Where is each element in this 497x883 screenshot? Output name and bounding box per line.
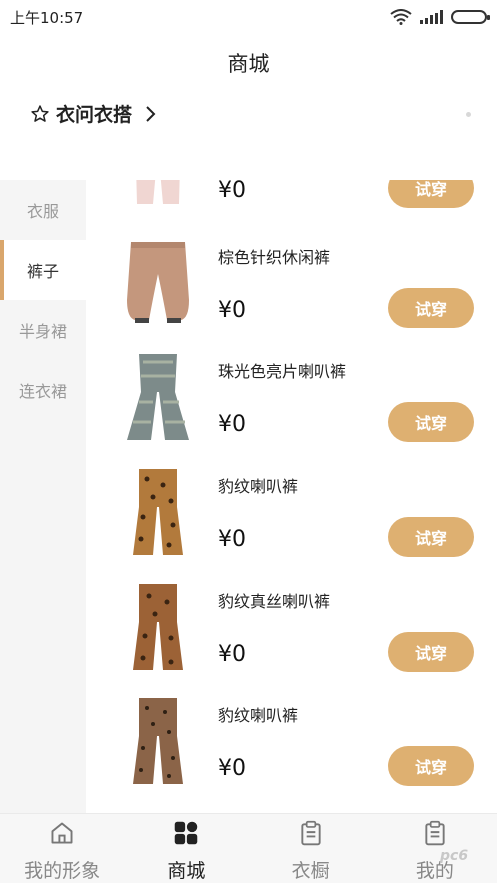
status-icons [390,9,490,25]
product-name: 豹纹真丝喇叭裤 [218,592,331,611]
indicator-dot [466,112,471,117]
home-icon [51,822,73,844]
product-price: ¥0 [218,527,246,552]
status-bar: 上午10:57 [0,0,497,34]
tab-my-image[interactable]: 我的形象 [0,814,124,883]
battery-icon [451,10,490,24]
sidebar-item-skirts[interactable]: 半身裙 [0,300,86,360]
clipboard-icon [425,820,445,846]
signal-icon [420,10,443,24]
chevron-right-icon [146,105,156,122]
product-item[interactable]: 珠光色亮片喇叭裤 ¥0 试穿 [86,352,497,467]
product-image [98,238,218,328]
page-title: 商城 [227,52,270,76]
product-image [98,582,218,672]
product-name: 豹纹喇叭裤 [218,477,299,496]
product-list[interactable]: ¥0 试穿 棕色针织休闲裤 ¥0 试穿 珠光色亮片喇叭裤 ¥0 试穿 豹纹喇叭裤… [86,180,497,813]
watermark: pc6 [440,848,469,864]
product-price: ¥0 [218,756,246,781]
try-on-button[interactable]: 试穿 [388,288,474,328]
clipboard-icon [301,820,321,846]
product-item[interactable]: 豹纹真丝喇叭裤 ¥0 试穿 [86,582,497,697]
sidebar-item-clothes[interactable]: 衣服 [0,180,86,240]
product-price: ¥0 [218,412,246,437]
try-on-button[interactable]: 试穿 [388,402,474,442]
wifi-icon [390,9,412,25]
product-item[interactable]: 豹纹喇叭裤 ¥0 试穿 [86,696,497,811]
tab-label: 我的形象 [24,860,101,882]
tab-label: 衣橱 [291,860,330,882]
category-sidebar: 衣服 裤子 半身裙 连衣裙 [0,180,86,813]
product-name: 豹纹喇叭裤 [218,706,299,725]
product-name: 珠光色亮片喇叭裤 [218,362,347,381]
product-item[interactable]: 棕色针织休闲裤 ¥0 试穿 [86,238,497,353]
product-item[interactable]: ¥0 试穿 [86,180,497,233]
product-image [98,352,218,442]
try-on-button[interactable]: 试穿 [388,632,474,672]
product-image [98,180,218,208]
product-image [98,696,218,786]
product-price: ¥0 [218,180,246,203]
brand-label: 衣问衣搭 [56,104,133,126]
bottom-tab-bar: 我的形象 商城 衣橱 我的 [0,813,497,883]
tab-mine[interactable]: 我的 [373,814,497,883]
sidebar-item-dresses[interactable]: 连衣裙 [0,360,86,420]
product-name: 棕色针织休闲裤 [218,248,331,267]
product-price: ¥0 [218,642,246,667]
status-time: 上午10:57 [10,8,84,27]
product-price: ¥0 [218,298,246,323]
try-on-button[interactable]: 试穿 [388,180,474,208]
tab-wardrobe[interactable]: 衣橱 [249,814,373,883]
tab-mall[interactable]: 商城 [124,814,248,883]
brand-link[interactable]: 衣问衣搭 [30,100,156,127]
try-on-button[interactable]: 试穿 [388,746,474,786]
product-image [98,467,218,557]
sidebar-item-pants[interactable]: 裤子 [0,240,86,300]
star-icon [31,104,49,122]
try-on-button[interactable]: 试穿 [388,517,474,557]
tab-label: 商城 [167,860,206,882]
product-item[interactable]: 豹纹喇叭裤 ¥0 试穿 [86,467,497,582]
grid-icon [175,821,198,845]
